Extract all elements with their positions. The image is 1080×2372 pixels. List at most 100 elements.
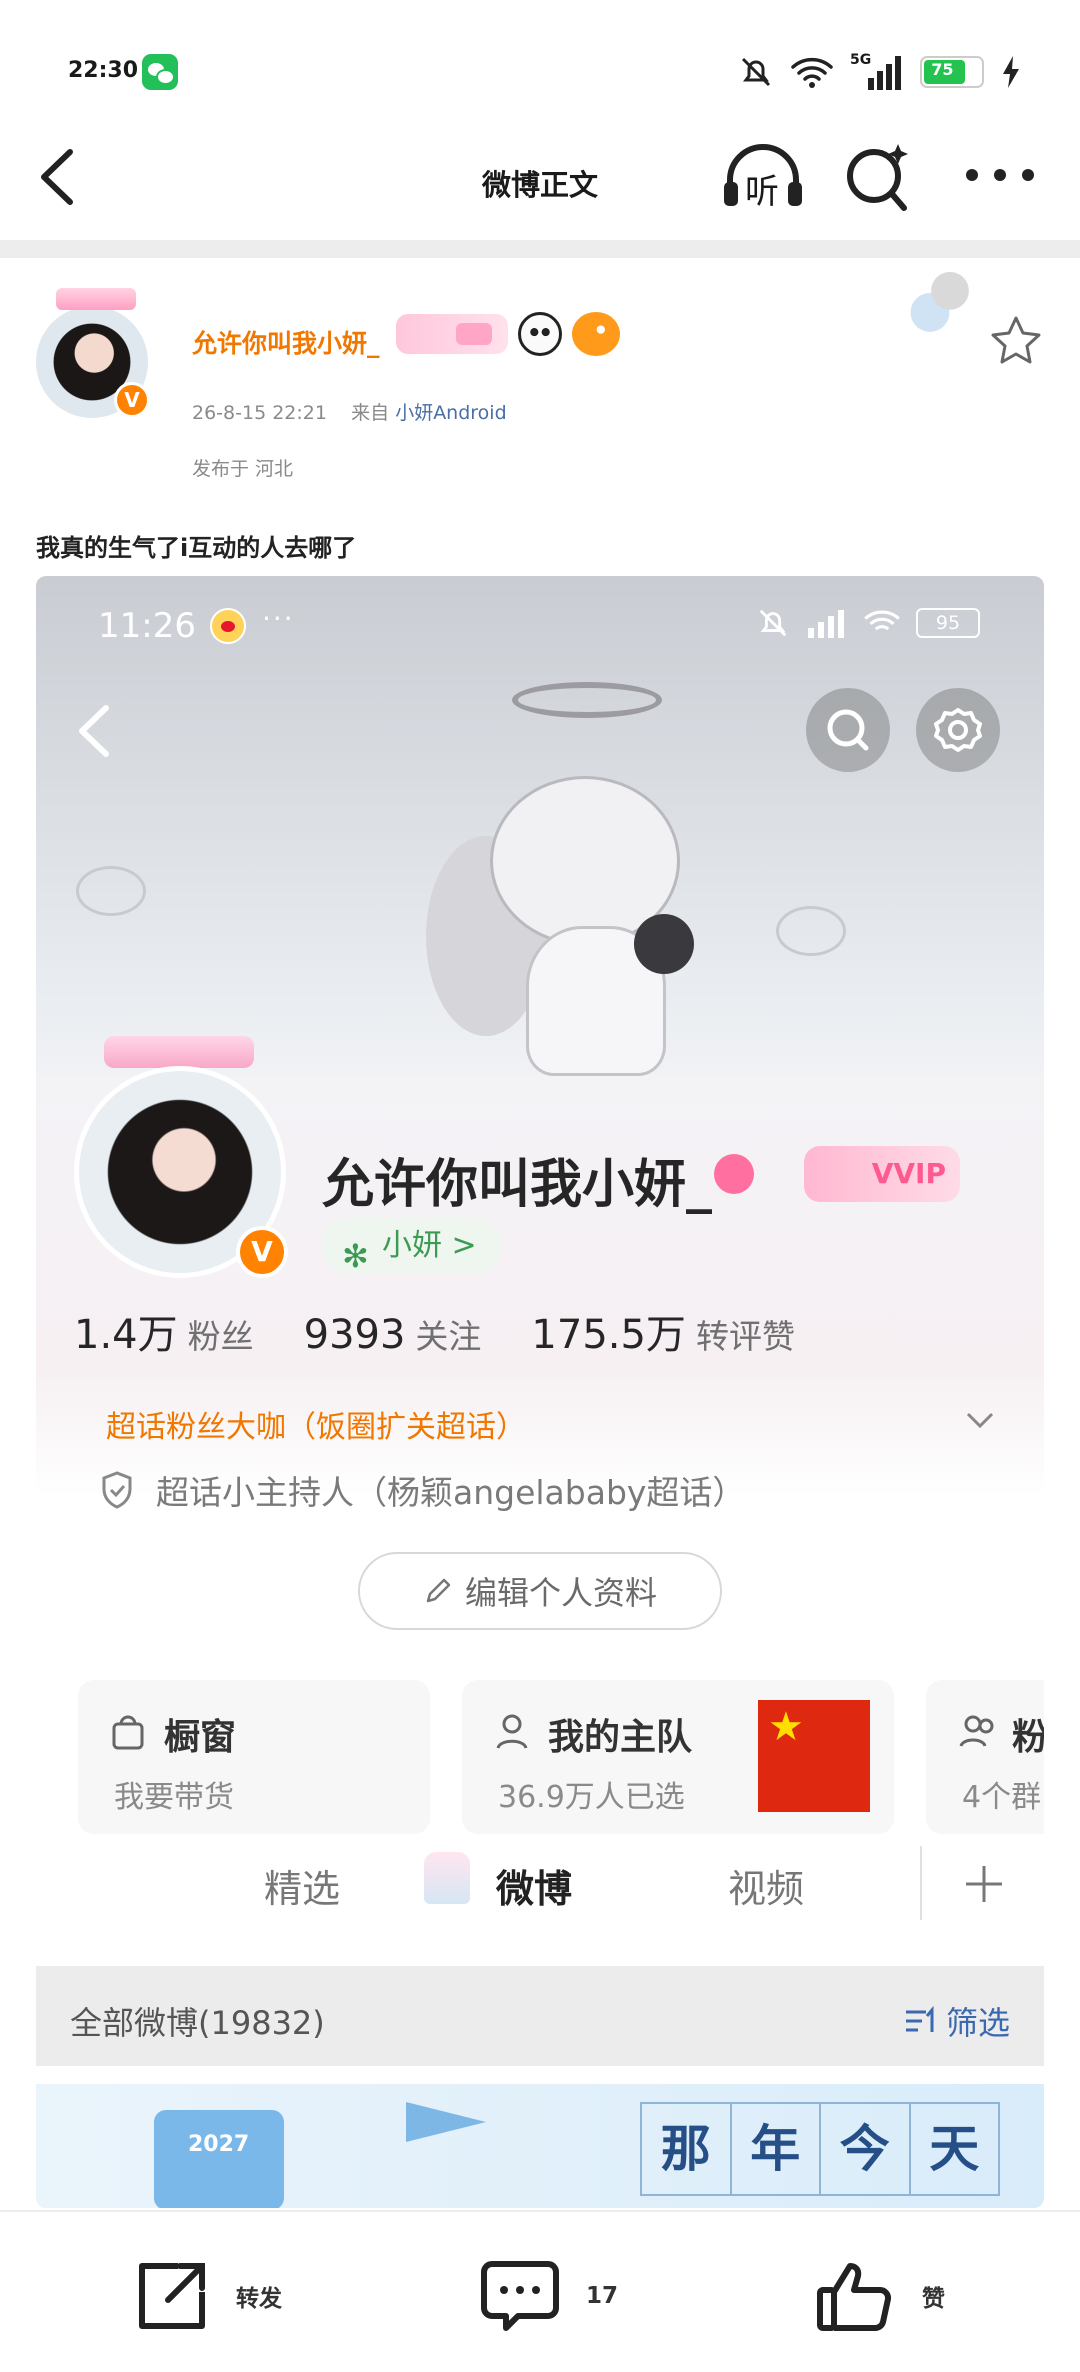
fish-badge-icon	[572, 312, 620, 356]
weibo-filter-bar: 全部微博(19832) 筛选	[36, 1966, 1044, 2066]
post-body-text: 我真的生气了i互动的人去哪了	[36, 534, 357, 562]
tab-featured: 精选	[264, 1867, 341, 1911]
tab-video: 视频	[728, 1867, 805, 1911]
card-subtitle: 36.9万人已选	[498, 1780, 685, 1815]
signal-bars-icon	[868, 56, 901, 90]
battery-indicator: 75	[920, 56, 984, 88]
listen-label: 听	[745, 172, 779, 212]
edit-profile-button: 编辑个人资料	[358, 1552, 722, 1630]
chevron-down-icon	[966, 1412, 994, 1429]
post-meta: 26-8-15 22:21 来自 小妍Android	[192, 398, 507, 425]
card-title: 我的主队	[548, 1717, 693, 1758]
page-title: 微博正文	[481, 168, 598, 202]
post-source[interactable]: 小妍Android	[395, 402, 506, 424]
cake-decoration-icon	[424, 1852, 470, 1904]
card-title: 橱窗	[164, 1717, 237, 1758]
title-char: 天	[929, 2119, 980, 2178]
author-avatar[interactable]: V	[36, 288, 156, 418]
stat-value: 9393	[303, 1312, 406, 1358]
card-showcase: 橱窗 我要带货	[78, 1680, 430, 1834]
heart-decoration	[776, 906, 846, 956]
title-char: 今	[821, 2104, 911, 2194]
author-name[interactable]: 允许你叫我小妍_	[192, 324, 380, 360]
stat-value: 175.5万	[531, 1312, 686, 1358]
tab-weibo: 微博	[496, 1867, 573, 1911]
comment-button[interactable]: 17	[480, 2258, 618, 2334]
calendar-year: 2027	[188, 2132, 250, 2157]
edit-profile-label: 编辑个人资料	[464, 1574, 657, 1612]
like-button[interactable]: 赞	[816, 2258, 945, 2334]
author-badges	[396, 312, 620, 356]
thumbs-up-icon	[817, 2263, 892, 2331]
search-tag-icon	[714, 1154, 754, 1194]
group-icon	[959, 1715, 994, 1747]
add-tab-button	[920, 1846, 1044, 1920]
card-home-team: 我的主队 36.9万人已选	[462, 1680, 894, 1834]
share-arrow-icon	[139, 2263, 205, 2329]
xiaoyan-chip: ✻ 小妍 >	[322, 1218, 502, 1275]
search-icon	[827, 709, 869, 751]
embedded-hero-background	[36, 576, 1044, 1096]
post-image[interactable]: 11:26 ··· 95 V 允许你叫我小妍_ VVIP ✻ 小妍 > 1.4万…	[36, 576, 1044, 2208]
verified-v-badge: V	[236, 1226, 288, 1278]
bottom-action-bar: 转发 17 赞	[0, 2210, 1080, 2372]
ai-search-icon[interactable]	[842, 138, 912, 214]
paper-plane-icon	[406, 2102, 486, 2142]
comment-bubble-icon	[481, 2261, 559, 2331]
heart-decoration	[76, 866, 146, 916]
more-options-icon[interactable]	[960, 150, 1040, 200]
stat-value: 1.4万	[74, 1312, 178, 1358]
embedded-status-dots: ···	[262, 602, 295, 635]
angel-halo-decoration	[512, 682, 662, 718]
cellular-signal: 5G	[850, 52, 904, 92]
listen-button[interactable]: 听	[718, 142, 808, 212]
post-location: 发布于 河北	[192, 458, 294, 480]
host-title: 超话小主持人（杨颖angelababy超话）	[156, 1473, 746, 1512]
post-from-label: 来自	[351, 402, 390, 424]
wechat-notification-icon	[142, 54, 178, 90]
plus-icon	[966, 1866, 1002, 1902]
china-flag-icon	[758, 1700, 870, 1812]
favorite-star-icon[interactable]	[988, 314, 1044, 370]
card-subtitle: 4个群	[962, 1780, 1042, 1815]
card-subtitle: 我要带货	[114, 1780, 234, 1815]
weibo-icon	[210, 608, 246, 644]
title-char: 那	[642, 2104, 732, 2194]
vip-badge-icon	[396, 314, 508, 354]
status-time: 22:30	[68, 58, 139, 83]
filter-icon	[905, 2006, 934, 2032]
vvip-badge: VVIP	[804, 1146, 960, 1202]
post-date: 26-8-15 22:21	[192, 402, 327, 424]
xiaoyan-chip-label: 小妍 >	[382, 1228, 477, 1263]
repost-label: 转发	[236, 2286, 282, 2312]
card-fan-groups: 粉 4个群	[926, 1680, 1044, 1834]
wifi-icon	[864, 610, 900, 631]
status-icons: 5G 75	[738, 50, 1022, 94]
back-arrow-icon	[79, 705, 109, 757]
mute-bell-icon	[741, 57, 771, 87]
signal-bars-icon	[808, 610, 844, 638]
shopping-bag-icon	[112, 1715, 144, 1750]
mute-bell-icon	[759, 609, 787, 637]
filter-label: 筛选	[945, 2004, 1010, 2042]
stat-label: 关注	[415, 1317, 482, 1356]
charging-bolt-icon	[1003, 56, 1019, 88]
host-title-row: 超话小主持人（杨颖angelababy超话）	[100, 1466, 745, 1514]
nav-bar: 微博正文 听	[0, 120, 1080, 240]
embedded-search-button	[806, 688, 890, 772]
verified-v-badge: V	[114, 382, 150, 418]
repost-button[interactable]: 转发	[134, 2258, 282, 2334]
embedded-battery: 95	[916, 608, 980, 638]
avatar-frame-decoration	[104, 1036, 254, 1068]
title-char: 年	[732, 2104, 821, 2194]
embedded-status-time: 11:26	[98, 606, 196, 646]
avatar-frame-decoration	[56, 288, 136, 310]
on-this-day-banner: 2027 那 年 今 天	[36, 2084, 1044, 2208]
battery-level: 75	[931, 60, 954, 79]
calendar-icon: 2027	[154, 2110, 284, 2208]
section-divider	[0, 240, 1080, 258]
all-weibo-count: 全部微博(19832)	[70, 2004, 325, 2042]
panda-badge-icon	[518, 312, 562, 356]
on-this-day-title: 那 年 今 天	[640, 2102, 1000, 2196]
pencil-icon	[426, 1578, 451, 1603]
